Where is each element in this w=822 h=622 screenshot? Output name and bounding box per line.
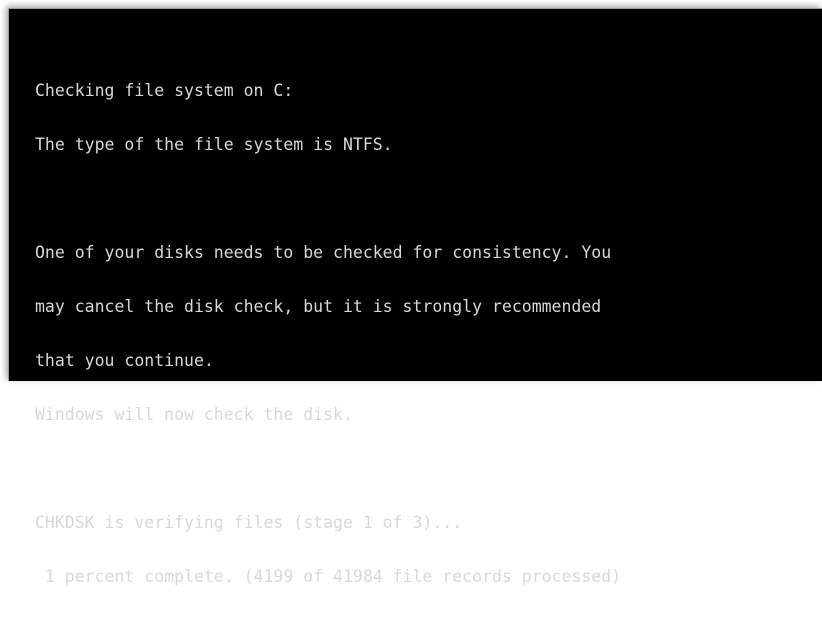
console-line-filesystem-type: The type of the file system is NTFS.: [35, 135, 393, 154]
console-line-consistency-2: may cancel the disk check, but it is str…: [35, 297, 602, 316]
console-line-checking: Checking file system on C:: [35, 81, 294, 100]
console-line-consistency-1: One of your disks needs to be checked fo…: [35, 243, 612, 262]
console-output: Checking file system on C: The type of t…: [35, 46, 621, 622]
console-line-chkdsk-stage: CHKDSK is verifying files (stage 1 of 3)…: [35, 513, 463, 532]
console-window: Checking file system on C: The type of t…: [8, 8, 822, 586]
console-line-progress: 1 percent complete. (4199 of 41984 file …: [35, 567, 622, 586]
console-line-windows-check: Windows will now check the disk.: [35, 405, 353, 424]
console-line-consistency-3: that you continue.: [35, 351, 214, 370]
